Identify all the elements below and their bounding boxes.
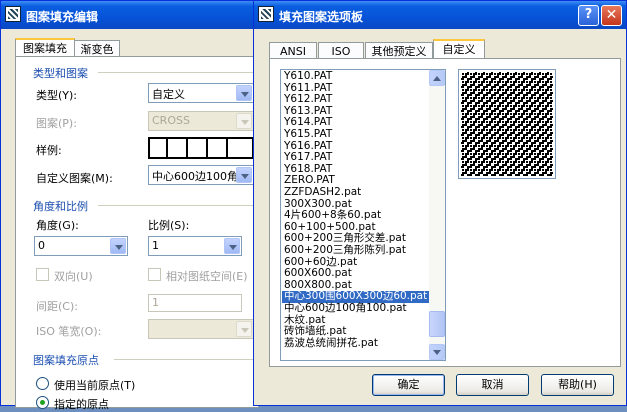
type-value: 自定义	[152, 88, 185, 101]
pattern-list-item[interactable]: Y612.PAT	[284, 94, 332, 106]
tab-other-predefined[interactable]: 其他预定义	[365, 42, 433, 59]
sample-label: 样例:	[36, 144, 62, 157]
specified-origin-label: 指定的原点	[54, 398, 109, 411]
hatch-app-icon	[5, 6, 21, 22]
hatch-palette-dialog: 填充图案选项板 ? ✕ ANSI ISO 其他预定义 自定义 Y610.PAT Y…	[253, 0, 627, 406]
type-group-title: 类型和图案	[33, 67, 88, 80]
scale-select[interactable]: 1	[148, 236, 242, 256]
pattern-list[interactable]: Y610.PAT Y611.PAT Y612.PAT Y613.PAT Y614.PAT…	[280, 69, 446, 361]
pattern-list-item[interactable]: 荔波总统闹拼花.pat	[284, 337, 378, 350]
custom-pattern-select[interactable]: 中心600边100角	[148, 165, 254, 185]
specified-origin-radio[interactable]	[36, 396, 49, 409]
tab-hatch[interactable]: 图案填充	[15, 38, 75, 57]
pattern-list-item[interactable]: ZZFDASH2.pat	[284, 186, 361, 199]
tab-custom[interactable]: 自定义	[433, 39, 485, 59]
double-label: 双向(U)	[54, 270, 93, 283]
relative-paper-label: 相对图纸空间(E)	[166, 270, 248, 283]
tab-ansi[interactable]: ANSI	[269, 42, 317, 59]
spacing-value: 1	[152, 296, 159, 309]
pattern-list-item[interactable]: 600X600.pat	[284, 268, 352, 280]
angle-select[interactable]: 0	[34, 236, 128, 256]
tab-gradient-label: 渐变色	[80, 43, 114, 56]
hatch-palette-titlebar[interactable]: 填充图案选项板 ? ✕	[254, 1, 626, 29]
hatch-app-icon	[258, 6, 274, 22]
tab-other-predefined-label: 其他预定义	[371, 45, 427, 58]
use-current-origin-label: 使用当前原点(T)	[54, 379, 136, 392]
scale-value: 1	[152, 239, 159, 252]
iso-pen-select[interactable]	[148, 319, 254, 339]
hatch-edit-title: 图案填充编辑	[26, 10, 99, 24]
pattern-preview-image	[461, 72, 553, 176]
pattern-list-item[interactable]: 中心600边100角100.pat	[284, 302, 407, 315]
spacing-label: 间距(C):	[36, 300, 78, 313]
hatch-edit-titlebar[interactable]: 图案填充编辑	[1, 1, 257, 29]
type-select[interactable]: 自定义	[148, 83, 254, 103]
custom-pattern-value: 中心600边100角	[152, 170, 238, 183]
angle-label: 角度(G):	[36, 219, 79, 232]
type-label: 类型(Y):	[36, 89, 78, 102]
pattern-list-scrollbar[interactable]	[429, 70, 445, 360]
double-checkbox[interactable]	[36, 268, 49, 281]
chevron-down-icon[interactable]	[224, 238, 240, 254]
chevron-down-icon[interactable]	[236, 167, 252, 183]
hatch-palette-title: 填充图案选项板	[279, 10, 364, 24]
tab-custom-label: 自定义	[442, 43, 476, 56]
chevron-down-icon[interactable]	[236, 85, 252, 101]
scroll-down-icon[interactable]	[429, 344, 445, 360]
hatch-tab-panel: 类型和图案 类型(Y): 自定义 图案(P): CROSS 样例: 自定义图案(…	[15, 56, 259, 411]
custom-pattern-label: 自定义图案(M):	[36, 172, 113, 185]
custom-tab-panel: Y610.PAT Y611.PAT Y612.PAT Y613.PAT Y614.PAT…	[269, 58, 621, 367]
relative-paper-checkbox[interactable]	[148, 268, 161, 281]
use-current-origin-radio[interactable]	[36, 377, 49, 390]
origin-group-divider	[114, 359, 256, 360]
iso-pen-label: ISO 笔宽(O):	[36, 325, 102, 338]
pattern-list-item[interactable]: Y617.PAT	[284, 152, 332, 164]
pattern-select[interactable]: CROSS	[148, 111, 254, 131]
origin-group-title: 图案填充原点	[33, 354, 99, 367]
tab-gradient[interactable]: 渐变色	[74, 40, 120, 57]
chevron-down-icon[interactable]	[236, 113, 252, 129]
pattern-list-item[interactable]: Y615.PAT	[284, 128, 332, 141]
pattern-value: CROSS	[152, 114, 190, 127]
spacing-input[interactable]: 1	[148, 294, 242, 312]
scale-label: 比例(S):	[148, 219, 190, 232]
pattern-sample-swatch[interactable]	[148, 137, 254, 159]
chevron-down-icon[interactable]	[110, 238, 126, 254]
pattern-list-item[interactable]: Y610.PAT	[284, 70, 332, 83]
scroll-thumb[interactable]	[429, 311, 445, 338]
pattern-list-item[interactable]: 砖饰墙纸.pat	[284, 326, 347, 338]
pattern-list-item[interactable]: 600+200三角形陈列.pat	[284, 244, 406, 257]
angle-value: 0	[38, 239, 45, 252]
chevron-down-icon[interactable]	[236, 321, 252, 337]
close-icon[interactable]: ✕	[601, 5, 622, 26]
type-group-divider	[98, 72, 256, 73]
pattern-list-item[interactable]: 4片600+8条60.pat	[284, 210, 381, 222]
tab-hatch-label: 图案填充	[23, 42, 67, 55]
pattern-label: 图案(P):	[36, 117, 77, 130]
help-button[interactable]: 帮助(H)	[541, 374, 614, 396]
tab-iso-label: ISO	[331, 45, 351, 58]
angle-group-divider	[98, 205, 256, 206]
hatch-edit-dialog: 图案填充编辑 图案填充 渐变色 类型和图案 类型(Y): 自定义 图案(P): …	[0, 0, 259, 411]
tab-ansi-label: ANSI	[280, 45, 306, 58]
ok-button[interactable]: 确定	[372, 374, 445, 396]
scroll-up-icon[interactable]	[429, 70, 445, 86]
pattern-preview	[458, 69, 556, 179]
angle-group-title: 角度和比例	[33, 200, 88, 213]
cancel-button[interactable]: 取消	[456, 374, 529, 396]
help-icon[interactable]: ?	[578, 5, 599, 26]
tab-iso[interactable]: ISO	[318, 42, 364, 59]
